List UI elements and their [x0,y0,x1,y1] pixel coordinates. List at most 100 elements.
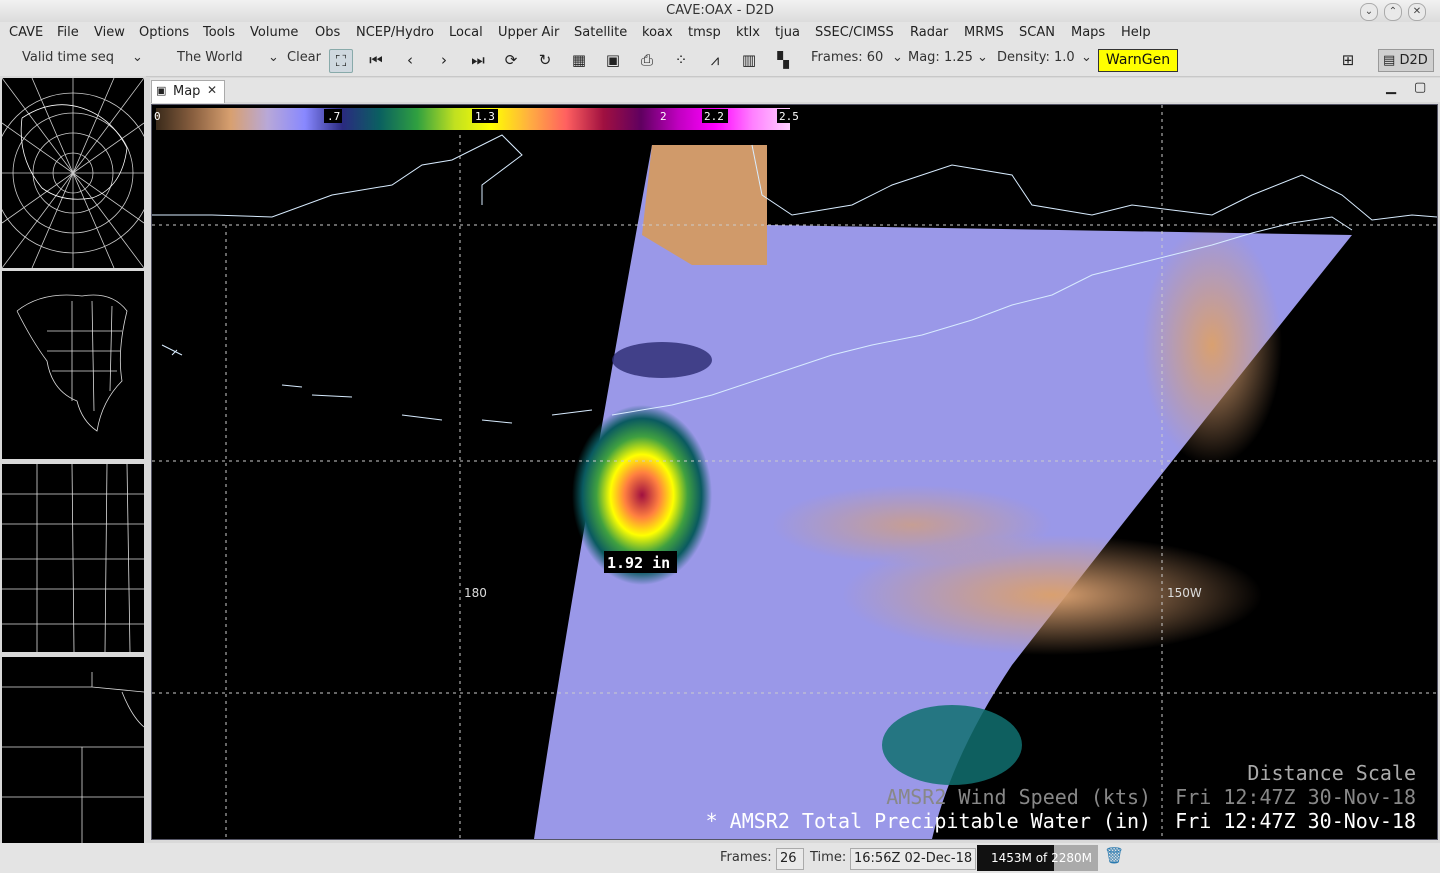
menu-file[interactable]: File [57,25,79,40]
colorbar: 0 .7 1.3 2 2.2 2.5 [154,108,799,130]
menu-options[interactable]: Options [139,25,189,40]
legend-total-precipitable-water[interactable]: * AMSR2 Total Precipitable Water (in) Fr… [706,809,1416,833]
d2d-perspective-button[interactable]: ▤ D2D [1378,49,1434,72]
status-bar: Frames: 26 Time: 16:56Z 02-Dec-18 [0,843,1440,873]
menu-local[interactable]: Local [449,25,483,40]
menu-koax[interactable]: koax [642,25,673,40]
menu-ktlx[interactable]: ktlx [736,25,760,40]
toolbar: Valid time seq ⌄ The World ⌄ Clear ⛶ ⏮ ‹… [0,44,1440,77]
perspective-icon: ▤ [1383,53,1396,68]
map-icon: ▣ [156,84,167,97]
side-panel-world[interactable] [0,76,154,270]
image-combine-icon[interactable]: ▣ [602,49,624,71]
window-title: CAVE:OAX - D2D [666,3,774,18]
chevron-down-icon[interactable]: ⌄ [977,50,988,65]
menu-tools[interactable]: Tools [203,25,235,40]
menu-help[interactable]: Help [1121,25,1151,40]
menu-mrms[interactable]: MRMS [964,25,1004,40]
menu-ssec-cimss[interactable]: SSEC/CIMSS [815,25,894,40]
map-canvas[interactable]: 180 150W 0 .7 1.3 2 2.2 2.5 1.92 in Dist… [152,105,1437,839]
nebraska-thumbnail [2,672,145,843]
next-frame-icon[interactable]: › [433,49,455,71]
close-tab-icon[interactable]: ✕ [207,83,217,97]
image-properties-icon[interactable]: ▦ [568,49,590,71]
chevron-down-icon[interactable]: ⌄ [268,50,279,65]
points-icon[interactable]: ⁘ [670,49,692,71]
colorbar-tick-13: 1.3 [475,110,495,123]
frames-dropdown[interactable]: Frames: 60 [811,50,883,65]
loop-icon[interactable]: ⟳ [500,49,522,71]
menu-satellite[interactable]: Satellite [574,25,627,40]
refresh-icon[interactable]: ↻ [534,49,556,71]
dry-region-mid [772,485,1052,565]
sample-value-label: 1.92 in [607,554,670,572]
menu-volume[interactable]: Volume [250,25,298,40]
menu-scan[interactable]: SCAN [1019,25,1055,40]
chevron-down-icon[interactable]: ⌄ [1081,50,1092,65]
side-panel-nebraska[interactable] [0,655,146,845]
colorbar-tick-07: .7 [327,110,340,123]
first-frame-icon[interactable]: ⏮ [365,49,387,71]
tab-map[interactable]: ▣ Map ✕ [151,80,225,103]
maximize-view-icon[interactable]: ▢ [1414,80,1426,95]
warngen-button[interactable]: WarnGen [1098,49,1178,72]
minimize-icon[interactable]: ⌄ [1360,3,1378,21]
chevron-down-icon[interactable]: ⌄ [132,50,143,65]
chevron-down-icon[interactable]: ⌄ [892,50,903,65]
map-display[interactable]: 180 150W 0 .7 1.3 2 2.2 2.5 1.92 in Dist… [151,104,1438,840]
clear-button[interactable]: Clear [287,50,321,65]
zoom-extent-icon[interactable]: ⛶ [329,49,353,73]
menu-tmsp[interactable]: tmsp [688,25,721,40]
menu-upper-air[interactable]: Upper Air [498,25,559,40]
menu-ncep-hydro[interactable]: NCEP/Hydro [356,25,434,40]
time-mode-dropdown[interactable]: Valid time seq [22,50,114,65]
title-bar: CAVE:OAX - D2D ⌄ ⌃ ✕ [0,0,1440,23]
legend-distance-scale[interactable]: Distance Scale [1247,761,1416,785]
menu-view[interactable]: View [94,25,125,40]
maximize-icon[interactable]: ⌃ [1384,3,1402,21]
moisture-region-south [882,705,1022,785]
legend-wind-speed[interactable]: AMSR2 Wind Speed (kts) Fri 12:47Z 30-Nov… [886,785,1416,809]
perspective-label: D2D [1399,53,1428,68]
sample-icon[interactable]: ⩘ [704,49,726,71]
dry-region-east [1142,225,1282,465]
mag-dropdown[interactable]: Mag: 1.25 [908,50,973,65]
tab-map-label: Map [173,84,201,99]
colorbar-tick-22: 2.2 [704,110,724,123]
central-us-thumbnail [2,463,144,653]
frames-value: 26 [776,848,804,870]
colorbar-tick-0: 0 [154,110,161,123]
scale-dropdown[interactable]: The World [177,50,243,65]
side-panel-central-us[interactable] [0,462,146,654]
close-icon[interactable]: ✕ [1408,3,1426,21]
colorbar-tick-2: 2 [660,110,667,123]
menu-tjua[interactable]: tjua [775,25,800,40]
print-icon[interactable]: ⎙ [636,49,658,71]
menu-obs[interactable]: Obs [315,25,340,40]
minimize-view-icon[interactable]: ▁ [1386,80,1396,95]
north-america-thumbnail [16,294,128,432]
longitude-label-150w: 150W [1167,586,1202,600]
previous-frame-icon[interactable]: ‹ [399,49,421,71]
single-panel-icon[interactable]: ▥ [738,49,760,71]
frames-label: Frames: [720,850,772,865]
menu-maps[interactable]: Maps [1071,25,1105,40]
longitude-label-180: 180 [464,586,487,600]
memory-indicator[interactable]: 1453M of 2280M [977,845,1098,871]
editor-tab-bar: ▁ ▢ [150,78,1440,102]
colorbar-tick-25: 2.5 [779,110,799,123]
side-panel-north-america[interactable] [0,269,146,461]
menu-bar: CAVE File View Options Tools Volume Obs … [0,22,1440,44]
four-panel-icon[interactable]: ▚ [772,49,794,71]
menu-radar[interactable]: Radar [910,25,948,40]
memory-label: 1453M of 2280M [991,851,1092,865]
trash-icon[interactable]: 🗑 [1104,846,1124,865]
density-dropdown[interactable]: Density: 1.0 [997,50,1075,65]
polar-map-thumbnail [0,77,154,269]
open-perspective-icon[interactable]: ⊞ [1337,49,1359,71]
moisture-region-north [612,342,712,378]
time-value: 16:56Z 02-Dec-18 [850,848,977,870]
time-label: Time: [810,850,847,865]
menu-cave[interactable]: CAVE [9,25,43,40]
last-frame-icon[interactable]: ⏭ [467,49,489,71]
